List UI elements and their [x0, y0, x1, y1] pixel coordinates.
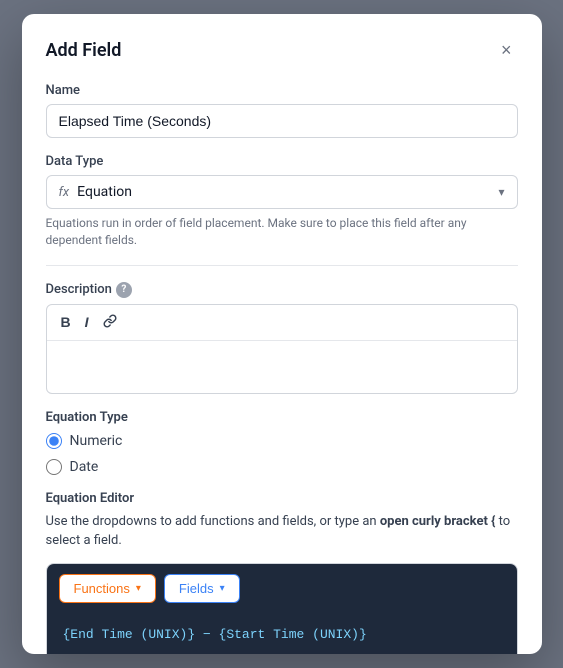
instruction-prefix: Use the dropdowns to add functions and f… — [46, 514, 380, 529]
chevron-down-icon: ▾ — [498, 185, 504, 199]
instruction-highlight: open curly bracket { — [380, 514, 496, 529]
link-button[interactable] — [97, 311, 123, 334]
fields-label: Fields — [179, 581, 214, 596]
data-type-label: Data Type — [46, 154, 518, 169]
equation-toolbar: Functions ▾ Fields ▾ — [47, 564, 517, 613]
select-display-left: fx Equation — [59, 184, 132, 200]
fields-button[interactable]: Fields ▾ — [164, 574, 240, 603]
name-field-group: Name — [46, 83, 518, 138]
description-toolbar: B I — [46, 304, 518, 394]
data-type-field-group: Data Type fx Equation ▾ Equations run in… — [46, 154, 518, 249]
toolbar-buttons: B I — [47, 305, 517, 341]
data-type-value: Equation — [77, 184, 132, 200]
help-icon[interactable]: ? — [116, 282, 132, 298]
name-input[interactable] — [46, 104, 518, 138]
fields-chevron-icon: ▾ — [220, 583, 225, 594]
equation-container: Functions ▾ Fields ▾ {End Time (UNIX)} −… — [46, 563, 518, 654]
equation-type-label: Equation Type — [46, 410, 518, 425]
radio-date-label: Date — [70, 459, 99, 475]
radio-option-numeric[interactable]: Numeric — [46, 433, 518, 449]
modal-header: Add Field × — [46, 38, 518, 63]
description-label: Description ? — [46, 282, 518, 298]
radio-numeric[interactable] — [46, 433, 62, 449]
functions-label: Functions — [74, 581, 130, 596]
modal-title: Add Field — [46, 40, 122, 61]
equation-editor-title: Equation Editor — [46, 491, 518, 506]
radio-date[interactable] — [46, 459, 62, 475]
equation-editor-area[interactable]: {End Time (UNIX)} − {Start Time (UNIX)} — [47, 613, 517, 654]
data-type-hint: Equations run in order of field placemen… — [46, 215, 518, 249]
fx-icon: fx — [59, 185, 70, 200]
bold-button[interactable]: B — [55, 311, 77, 334]
modal: Add Field × Name Data Type fx Equation ▾… — [22, 14, 542, 654]
description-input[interactable] — [47, 341, 517, 393]
functions-button[interactable]: Functions ▾ — [59, 574, 156, 603]
equation-editor-group: Equation Editor Use the dropdowns to add… — [46, 491, 518, 654]
modal-overlay: Add Field × Name Data Type fx Equation ▾… — [0, 0, 563, 668]
radio-numeric-label: Numeric — [70, 433, 123, 449]
instruction-text: Use the dropdowns to add functions and f… — [46, 512, 518, 551]
italic-button[interactable]: I — [79, 311, 95, 334]
link-icon — [103, 314, 117, 328]
functions-chevron-icon: ▾ — [136, 583, 141, 594]
radio-option-date[interactable]: Date — [46, 459, 518, 475]
name-label: Name — [46, 83, 518, 98]
equation-type-group: Equation Type Numeric Date — [46, 410, 518, 475]
data-type-select[interactable]: fx Equation ▾ — [46, 175, 518, 209]
equation-code: {End Time (UNIX)} − {Start Time (UNIX)} — [63, 627, 367, 642]
close-button[interactable]: × — [495, 38, 518, 63]
divider-1 — [46, 265, 518, 266]
description-field-group: Description ? B I — [46, 282, 518, 394]
radio-group: Numeric Date — [46, 433, 518, 475]
